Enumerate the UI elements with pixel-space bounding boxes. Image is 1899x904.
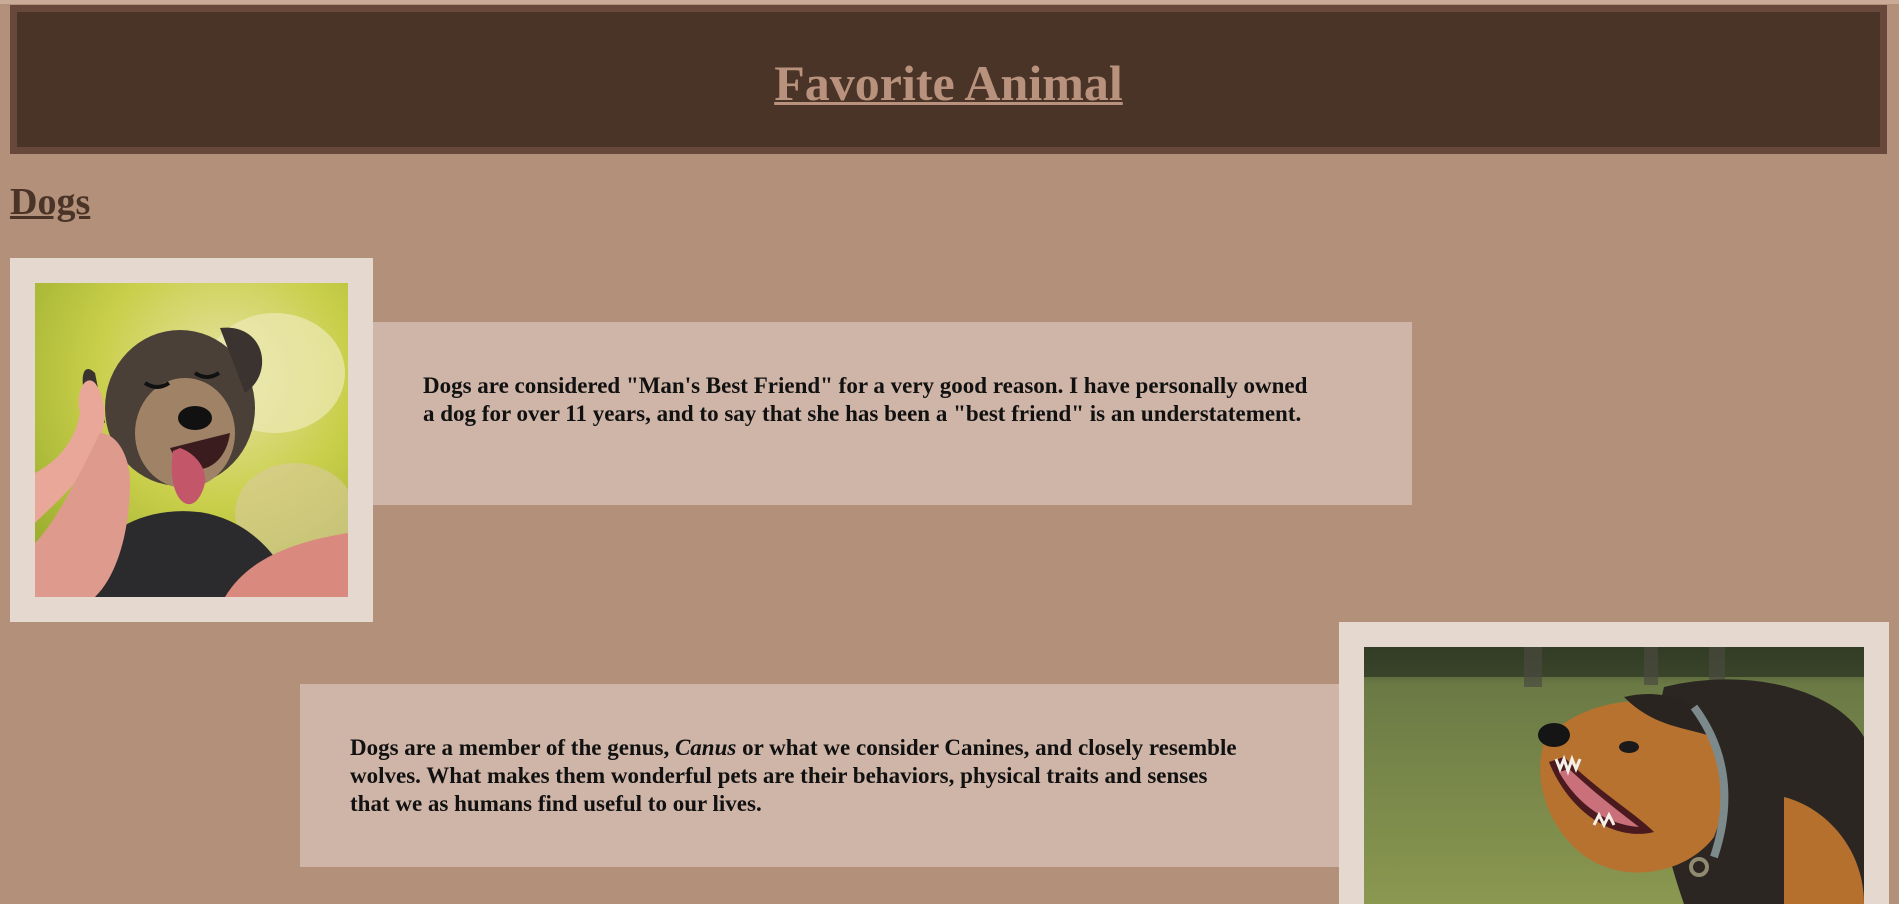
happy-dog-image <box>35 283 348 597</box>
dog-friend-text: Dogs are considered "Man's Best Friend" … <box>423 373 1308 426</box>
genus-name: Canus <box>674 735 737 760</box>
happy-dog-photo <box>10 258 373 622</box>
page-title: Favorite Animal <box>774 55 1123 111</box>
section-heading-dogs: Dogs <box>10 181 91 223</box>
page-header: Favorite Animal <box>10 5 1887 154</box>
dog-genus-text-before: Dogs are a member of the genus, <box>350 735 675 760</box>
snarling-dog-image <box>1364 647 1864 904</box>
snarling-dog-photo <box>1339 622 1889 904</box>
dog-genus-card: Dogs are a member of the genus, Canus or… <box>300 684 1339 867</box>
top-strip <box>0 0 1899 4</box>
dog-friend-card: Dogs are considered "Man's Best Friend" … <box>373 322 1412 505</box>
